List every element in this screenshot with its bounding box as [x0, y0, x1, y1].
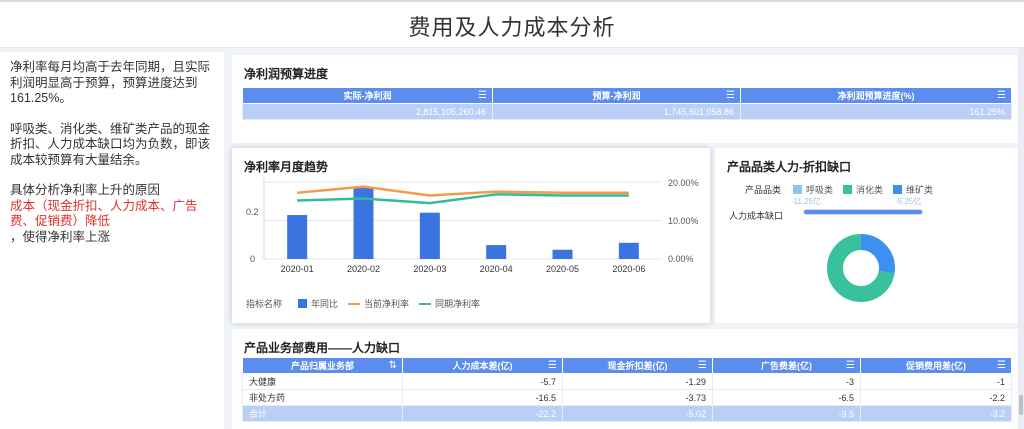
- right-tick-label: 0.00%: [668, 254, 694, 264]
- bar-2020-06: [618, 242, 639, 259]
- legend-label-yoy[interactable]: 年同比: [311, 297, 338, 310]
- analysis-intro: 具体分析净利率上升的原因: [10, 183, 161, 197]
- dept-cell: -3.73: [562, 389, 713, 406]
- category-card: 产品品类人力-折扣缺口 产品品类 呼吸类 消化类 维矿类 -11.25亿 -5.…: [715, 148, 1022, 323]
- budget-col-progress[interactable]: 净利润预算进度(%) ☰: [740, 87, 1012, 104]
- dept-card-title: 产品业务部费用——人力缺口: [244, 341, 401, 355]
- budget-card-title: 净利润预算进度: [244, 67, 329, 81]
- trend-legend: 指标名称 年同比 当前净利率 同期净利率: [246, 297, 480, 310]
- dept-col-promo[interactable]: 促销费用差(亿) ☰: [860, 357, 1012, 374]
- budget-col-budget-label: 预算-净利润: [592, 91, 641, 101]
- analysis-highlight: 成本（现金折扣、人力成本、广告费、促销费）降低: [10, 198, 198, 229]
- dept-col-cash[interactable]: 现金折扣差(亿) ☰: [562, 357, 713, 374]
- table-row-total[interactable]: 合计 -22.2 -5.02 -9.5 -3.2: [242, 405, 1012, 422]
- dept-cell: -22.2: [402, 405, 563, 422]
- budget-budget-value: 1,745,601,058.86: [492, 103, 741, 120]
- legend-label-prior[interactable]: 同期净利率: [435, 297, 480, 310]
- budget-progress-value: 161.25%: [740, 103, 1012, 120]
- dept-cell: 合计: [242, 405, 403, 422]
- budget-table: 实际-净利润 ☰ 预算-净利润 ☰ 净利润预算进度(%) ☰ 2,815,105,26…: [242, 87, 1012, 120]
- budget-actual-value: 2,815,105,260.46: [242, 103, 493, 120]
- dept-col-labor-label: 人力成本差(亿): [452, 361, 513, 371]
- dept-table: 产品归属业务部 ⇅ 人力成本差(亿) ☰ 现金折扣差(亿) ☰ 广告费差(亿) ☰ 促销…: [242, 357, 1012, 422]
- sort-icon[interactable]: ☰: [698, 360, 707, 371]
- dept-cell: -16.5: [402, 389, 563, 406]
- dept-cell: 非处方药: [242, 389, 403, 406]
- dept-cell: -1: [860, 373, 1012, 390]
- analysis-panel: 净利率每月均高于去年同期，且实际利润明显高于预算，预算进度达到161.25%。 …: [0, 52, 224, 429]
- legend-label-current[interactable]: 当前净利率: [364, 297, 409, 310]
- scrollbar-thumb[interactable]: [1019, 395, 1023, 415]
- legend-swatch-prior: [419, 302, 432, 305]
- budget-col-actual[interactable]: 实际-净利润 ☰: [242, 87, 493, 104]
- dept-cell: -5.02: [562, 405, 713, 422]
- legend-swatch-bar: [298, 299, 308, 308]
- page-title: 费用及人力成本分析: [408, 15, 616, 40]
- dept-col-promo-label: 促销费用差(亿): [906, 361, 966, 371]
- table-row[interactable]: 大健康 -5.7 -1.29 -3 -1: [242, 373, 1012, 390]
- dept-col-dept-label: 产品归属业务部: [290, 361, 354, 371]
- dept-col-cash-label: 现金折扣差(亿): [607, 361, 668, 371]
- dept-col-ad[interactable]: 广告费差(亿) ☰: [712, 357, 861, 374]
- table-row[interactable]: 非处方药 -16.5 -3.73 -6.5 -2.2: [242, 389, 1012, 406]
- header-bar: 费用及人力成本分析: [0, 0, 1024, 48]
- sort-icon[interactable]: ☰: [726, 90, 735, 101]
- dept-cell: -1.29: [562, 373, 713, 390]
- analysis-paragraph-1: 净利率每月均高于去年同期，且实际利润明显高于预算，预算进度达到161.25%。: [10, 60, 211, 105]
- dept-col-ad-label: 广告费差(亿): [761, 361, 812, 371]
- x-tick-label: 2020-05: [546, 264, 579, 274]
- legend-prefix: 指标名称: [246, 299, 283, 309]
- header-divider: [0, 0, 1024, 2]
- budget-card: 净利润预算进度 实际-净利润 ☰ 预算-净利润 ☰ 净利润预算进度(%) ☰ 2,81…: [232, 55, 1022, 143]
- bar-2020-05: [552, 249, 573, 259]
- dept-col-labor[interactable]: 人力成本差(亿) ☰: [402, 357, 563, 374]
- budget-col-budget[interactable]: 预算-净利润 ☰: [492, 87, 741, 104]
- sort-icon[interactable]: ☰: [997, 360, 1006, 371]
- left-tick-label: 0.2: [246, 207, 259, 217]
- dept-card: 产品业务部费用——人力缺口 产品归属业务部 ⇅ 人力成本差(亿) ☰ 现金折扣差(亿…: [232, 329, 1022, 429]
- category-donut: [827, 234, 895, 302]
- bar-2020-01: [287, 215, 308, 259]
- legend-swatch-current: [348, 302, 361, 305]
- trend-card: 净利率月度趋势 2020-01 2020-02 2020-03 2020-04 2020…: [232, 148, 710, 323]
- analysis-paragraph-3: 具体分析净利率上升的原因 成本（现金折扣、人力成本、广告费、促销费）降低 ，使得…: [10, 183, 214, 245]
- sort-icon[interactable]: ☰: [997, 90, 1006, 101]
- bar-2020-04: [486, 245, 507, 259]
- dept-cell: -3.2: [860, 405, 1012, 422]
- filter-icon[interactable]: ⇅: [389, 360, 397, 371]
- budget-col-actual-label: 实际-净利润: [343, 91, 392, 101]
- bar-2020-03: [419, 212, 440, 259]
- x-tick-label: 2020-01: [281, 264, 314, 274]
- x-tick-label: 2020-04: [480, 264, 513, 274]
- budget-col-progress-label: 净利润预算进度(%): [837, 91, 915, 101]
- x-tick-label: 2020-03: [413, 264, 446, 274]
- dept-cell: -9.5: [712, 405, 861, 422]
- dept-cell: -5.7: [402, 373, 563, 390]
- dept-cell: -2.2: [860, 389, 1012, 406]
- x-tick-label: 2020-02: [347, 264, 380, 274]
- right-tick-label: 20.00%: [668, 178, 699, 188]
- dept-cell: 大健康: [242, 373, 403, 390]
- analysis-paragraph-2: 呼吸类、消化类、维矿类产品的现金折扣、人力成本缺口均为负数，即该成本较预算有大量…: [10, 121, 211, 167]
- sort-icon[interactable]: ☰: [846, 360, 855, 371]
- x-tick-label: 2020-06: [612, 264, 645, 274]
- series-line-当前净利率: [297, 185, 629, 197]
- dept-col-dept[interactable]: 产品归属业务部 ⇅: [242, 357, 403, 374]
- sort-icon[interactable]: ☰: [548, 360, 557, 371]
- dept-cell: -3: [712, 373, 861, 390]
- right-tick-label: 10.00%: [668, 216, 699, 226]
- series-line-同期净利率: [297, 193, 629, 205]
- left-tick-label: 0: [250, 254, 256, 264]
- dept-cell: -6.5: [712, 389, 861, 406]
- sort-icon[interactable]: ☰: [478, 90, 487, 101]
- analysis-tail: ，使得净利率上涨: [10, 229, 111, 244]
- scrollbar-track[interactable]: [1018, 48, 1024, 429]
